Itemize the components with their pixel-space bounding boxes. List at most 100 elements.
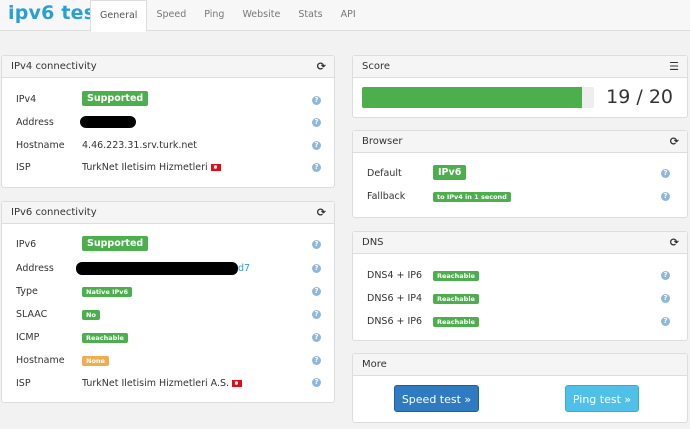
score-progress-fill (362, 87, 583, 108)
tab-stats[interactable]: Stats (289, 0, 331, 31)
refresh-icon[interactable]: ⟳ (670, 232, 679, 254)
ipv4-hostname-value: 4.46.223.31.srv.turk.net (82, 140, 197, 151)
ipv4-isp-value: TurkNet Iletisim Hizmetleri (82, 162, 208, 173)
refresh-icon[interactable]: ⟳ (317, 202, 326, 224)
status-badge: Reachable (433, 317, 479, 327)
refresh-icon[interactable]: ⟳ (317, 56, 326, 78)
status-badge: Reachable (82, 333, 128, 343)
ipv4-address-label: Address (16, 117, 54, 128)
ipv4-panel: IPv4 connectivity ⟳ IPv4 Supported ? Add… (1, 55, 335, 188)
ipv6-panel-header: IPv6 connectivity ⟳ (2, 202, 334, 224)
ipv6-isp: TurkNet Iletisim Hizmetleri A.S. (82, 378, 243, 389)
dns6-ip6: Reachable (433, 316, 479, 327)
dns-panel-title: DNS (362, 237, 384, 248)
dns-panel-header: DNS ⟳ (353, 232, 687, 254)
browser-panel: Browser ⟳ Default IPv6 ? Fallback to IPv… (352, 130, 688, 218)
ipv6-slaac: No (82, 309, 100, 320)
score-value: 19 / 20 (606, 86, 673, 108)
more-panel-title: More (362, 359, 387, 370)
question-icon[interactable]: ? (312, 310, 321, 319)
ipv6-slaac-label: SLAAC (16, 309, 48, 320)
dns4-ip6: Reachable (433, 270, 479, 281)
question-icon[interactable]: ? (312, 96, 321, 105)
dns6-ip4-label: DNS6 + IP4 (367, 293, 423, 304)
question-icon[interactable]: ? (661, 271, 670, 280)
status-badge: Reachable (433, 294, 479, 304)
ipv4-isp: TurkNet Iletisim Hizmetleri (82, 162, 221, 173)
question-icon[interactable]: ? (312, 163, 321, 172)
question-icon[interactable]: ? (312, 264, 321, 273)
ipv4-label: IPv4 (16, 94, 37, 105)
ipv4-hostname-label: Hostname (16, 140, 65, 151)
brand-prefix: ipv (8, 2, 42, 24)
turkey-flag-icon (210, 164, 221, 171)
more-panel: More Speed test » Ping test » (352, 353, 688, 423)
tab-website[interactable]: Website (233, 0, 289, 31)
tab-general[interactable]: General (90, 0, 148, 32)
redacted-address (76, 262, 238, 275)
brand-six: 6 (41, 2, 55, 24)
ipv6-hostname: None (82, 355, 109, 366)
ipv6-isp-label: ISP (16, 378, 31, 389)
score-progress-bar (362, 87, 594, 108)
dns6-ip4: Reachable (433, 293, 479, 304)
question-icon[interactable]: ? (312, 378, 321, 387)
status-badge: None (82, 356, 109, 366)
question-icon[interactable]: ? (312, 141, 321, 150)
tab-api[interactable]: API (332, 0, 365, 31)
speed-test-button[interactable]: Speed test » (394, 385, 479, 412)
score-panel-title: Score (362, 61, 391, 72)
question-icon[interactable]: ? (661, 192, 670, 201)
ipv6-icmp-label: ICMP (16, 332, 40, 343)
status-badge: Supported (82, 236, 149, 251)
list-icon[interactable]: ☰ (669, 56, 679, 78)
status-badge: No (82, 310, 100, 320)
ipv6-address-tail[interactable]: d7 (238, 263, 250, 274)
browser-panel-title: Browser (362, 136, 403, 147)
ipv6-hostname-label: Hostname (16, 355, 65, 366)
score-panel: Score ☰ 19 / 20 (352, 55, 688, 118)
status-badge: Reachable (433, 271, 479, 281)
question-icon[interactable]: ? (312, 240, 321, 249)
status-badge: Native IPv6 (82, 287, 133, 297)
ipv4-status: Supported (82, 91, 149, 106)
question-icon[interactable]: ? (312, 356, 321, 365)
status-badge: Supported (82, 91, 149, 106)
nav-tabs: General Speed Ping Website Stats API (90, 0, 365, 32)
ipv6-isp-value: TurkNet Iletisim Hizmetleri A.S. (82, 378, 230, 389)
question-icon[interactable]: ? (312, 333, 321, 342)
browser-fallback-label: Fallback (367, 191, 406, 202)
ping-test-button[interactable]: Ping test » (565, 385, 639, 412)
tab-ping[interactable]: Ping (195, 0, 233, 31)
browser-fallback: to IPv4 in 1 second (433, 191, 511, 202)
more-panel-header: More (353, 354, 687, 376)
score-panel-header: Score ☰ (353, 56, 687, 78)
ipv4-panel-header: IPv4 connectivity ⟳ (2, 56, 334, 78)
ipv6-panel: IPv6 connectivity ⟳ IPv6 Supported ? Add… (1, 201, 335, 403)
ipv6-label: IPv6 (16, 239, 37, 250)
question-icon[interactable]: ? (312, 118, 321, 127)
status-badge: to IPv4 in 1 second (433, 192, 511, 202)
dns-panel: DNS ⟳ DNS4 + IP6 Reachable ? DNS6 + IP4 … (352, 231, 688, 341)
browser-default: IPv6 (433, 165, 467, 180)
ipv6-status: Supported (82, 236, 149, 251)
turkey-flag-icon (232, 380, 243, 387)
question-icon[interactable]: ? (661, 317, 670, 326)
ipv6-address-label: Address (16, 263, 54, 274)
dns4-ip6-label: DNS4 + IP6 (367, 270, 423, 281)
ipv4-isp-label: ISP (16, 162, 31, 173)
status-badge: IPv6 (433, 165, 467, 180)
ipv4-panel-title: IPv4 connectivity (11, 61, 97, 72)
question-icon[interactable]: ? (661, 294, 670, 303)
tab-speed[interactable]: Speed (147, 0, 195, 31)
dns6-ip6-label: DNS6 + IP6 (367, 316, 423, 327)
ipv6-icmp: Reachable (82, 332, 128, 343)
ipv6-type-label: Type (16, 286, 38, 297)
browser-default-label: Default (367, 168, 402, 179)
refresh-icon[interactable]: ⟳ (670, 131, 679, 153)
ipv6-panel-title: IPv6 connectivity (11, 207, 97, 218)
redacted-address (80, 116, 136, 128)
question-icon[interactable]: ? (312, 287, 321, 296)
question-icon[interactable]: ? (661, 169, 670, 178)
browser-panel-header: Browser ⟳ (353, 131, 687, 153)
